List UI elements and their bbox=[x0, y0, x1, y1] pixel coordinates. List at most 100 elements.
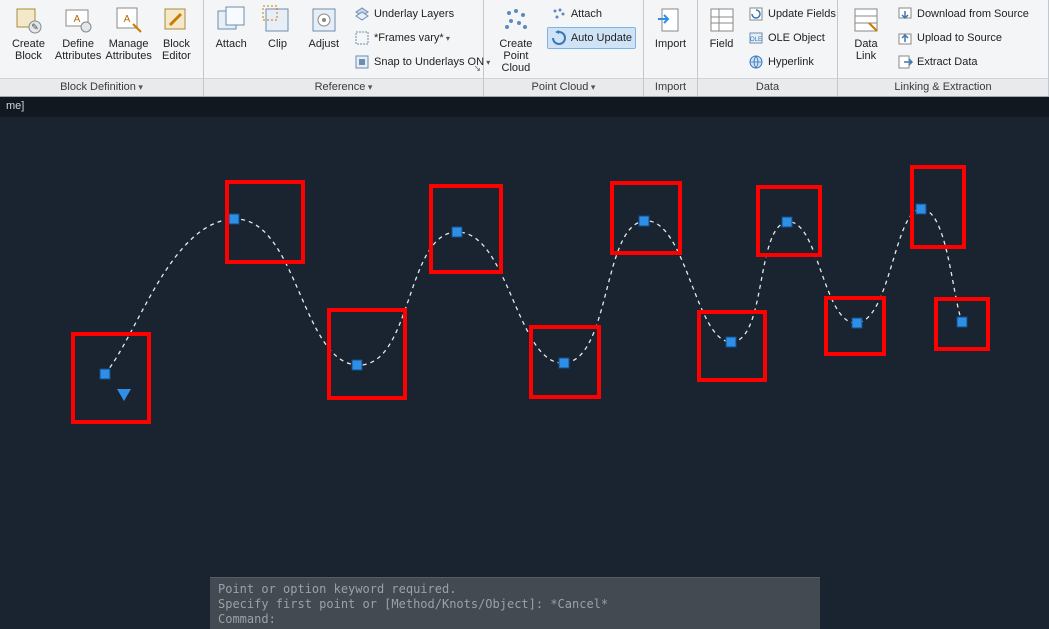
panel-title-block-def[interactable]: Block Definition bbox=[60, 81, 143, 93]
spline-grip[interactable] bbox=[916, 204, 927, 215]
attach-label: Attach bbox=[216, 38, 247, 50]
data-link-icon bbox=[850, 4, 882, 36]
import-label: Import bbox=[655, 38, 686, 50]
spline-grip[interactable] bbox=[100, 369, 111, 380]
cmd-history-1: Point or option keyword required. bbox=[218, 582, 812, 597]
panel-reference: Attach Clip Adjust Underlay Layers bbox=[204, 0, 484, 96]
field-button[interactable]: Field bbox=[702, 2, 741, 78]
update-fields-label: Update Fields bbox=[768, 8, 836, 20]
spline-curve bbox=[0, 117, 1049, 629]
panel-import: Import Import bbox=[644, 0, 698, 96]
underlay-layers-label: Underlay Layers bbox=[374, 8, 454, 20]
import-button[interactable]: Import bbox=[648, 2, 693, 78]
create-block-label: CreateBlock bbox=[12, 38, 45, 62]
auto-update-button[interactable]: Auto Update bbox=[547, 27, 636, 49]
frames-vary-label: *Frames vary* bbox=[374, 32, 450, 44]
command-line[interactable]: Point or option keyword required. Specif… bbox=[210, 577, 820, 629]
pc-attach-icon bbox=[551, 6, 567, 22]
spline-grip[interactable] bbox=[726, 337, 737, 348]
svg-text:A: A bbox=[74, 14, 81, 25]
create-point-cloud-button[interactable]: CreatePoint Cloud bbox=[488, 2, 544, 78]
ole-object-icon: OLE bbox=[748, 30, 764, 46]
attach-button[interactable]: Attach bbox=[208, 2, 254, 78]
underlay-layers-icon bbox=[354, 6, 370, 22]
panel-data: Field Update Fields OLE OLE Object Hyper… bbox=[698, 0, 838, 96]
define-attributes-label: DefineAttributes bbox=[55, 38, 101, 62]
update-fields-button[interactable]: Update Fields bbox=[744, 3, 830, 25]
hyperlink-icon bbox=[748, 54, 764, 70]
extract-data-label: Extract Data bbox=[917, 56, 978, 68]
download-label: Download from Source bbox=[917, 8, 1029, 20]
upload-source-button[interactable]: Upload to Source bbox=[893, 27, 1037, 49]
extract-data-icon bbox=[897, 54, 913, 70]
drawing-tab-label: me] bbox=[6, 100, 24, 112]
cmd-history-2: Specify first point or [Method/Knots/Obj… bbox=[218, 597, 812, 612]
ole-object-label: OLE Object bbox=[768, 32, 825, 44]
field-label: Field bbox=[710, 38, 734, 50]
svg-text:A: A bbox=[123, 14, 130, 25]
frames-vary-button[interactable]: *Frames vary* bbox=[350, 27, 476, 49]
download-source-button[interactable]: Download from Source bbox=[893, 3, 1037, 25]
spline-grip[interactable] bbox=[559, 358, 570, 369]
spline-start-marker[interactable] bbox=[117, 389, 131, 401]
manage-attributes-icon: A bbox=[113, 4, 145, 36]
svg-text:OLE: OLE bbox=[750, 37, 762, 43]
extract-data-button[interactable]: Extract Data bbox=[893, 51, 1037, 73]
create-block-button[interactable]: ✎ CreateBlock bbox=[4, 2, 53, 78]
annotation-box bbox=[327, 308, 407, 400]
panel-linking: DataLink Download from Source Upload to … bbox=[838, 0, 1049, 96]
spline-grip[interactable] bbox=[229, 214, 240, 225]
create-point-cloud-icon bbox=[500, 4, 532, 36]
annotation-box bbox=[429, 184, 503, 274]
annotation-box bbox=[71, 332, 151, 424]
field-icon bbox=[706, 4, 738, 36]
spline-grip[interactable] bbox=[782, 217, 793, 228]
panel-title-data: Data bbox=[756, 81, 779, 93]
panel-title-reference[interactable]: Reference bbox=[315, 81, 373, 93]
underlay-layers-button[interactable]: Underlay Layers bbox=[350, 3, 476, 25]
panel-title-point-cloud[interactable]: Point Cloud bbox=[532, 81, 596, 93]
spline-grip[interactable] bbox=[957, 317, 968, 328]
spline-grip[interactable] bbox=[452, 227, 463, 238]
clip-button[interactable]: Clip bbox=[254, 2, 300, 78]
attach-icon bbox=[215, 4, 247, 36]
adjust-label: Adjust bbox=[309, 38, 340, 50]
manage-attributes-button[interactable]: A ManageAttributes bbox=[103, 2, 153, 78]
panel-title-linking: Linking & Extraction bbox=[894, 81, 991, 93]
spline-grip[interactable] bbox=[352, 360, 363, 371]
ribbon: ✎ CreateBlock A DefineAttributes A Manag… bbox=[0, 0, 1049, 97]
panel-title-import: Import bbox=[655, 81, 686, 93]
define-attributes-button[interactable]: A DefineAttributes bbox=[53, 2, 103, 78]
data-link-label: DataLink bbox=[854, 38, 877, 62]
spline-grip[interactable] bbox=[852, 318, 863, 329]
panel-block-definition: ✎ CreateBlock A DefineAttributes A Manag… bbox=[0, 0, 204, 96]
update-fields-icon bbox=[748, 6, 764, 22]
auto-update-label: Auto Update bbox=[571, 32, 632, 44]
upload-icon bbox=[897, 30, 913, 46]
create-block-icon: ✎ bbox=[12, 4, 44, 36]
pc-attach-label: Attach bbox=[571, 8, 602, 20]
adjust-icon bbox=[308, 4, 340, 36]
frames-icon bbox=[354, 30, 370, 46]
reference-dialog-launcher[interactable]: ↘ bbox=[473, 63, 481, 74]
adjust-button[interactable]: Adjust bbox=[301, 2, 347, 78]
download-icon bbox=[897, 6, 913, 22]
cmd-prompt: Command: bbox=[218, 612, 812, 627]
snap-underlays-button[interactable]: Snap to Underlays ON bbox=[350, 51, 476, 73]
drawing-tab[interactable]: me] bbox=[0, 97, 1049, 117]
hyperlink-button[interactable]: Hyperlink bbox=[744, 51, 830, 73]
snap-underlays-icon bbox=[354, 54, 370, 70]
block-editor-label: BlockEditor bbox=[162, 38, 191, 62]
block-editor-button[interactable]: BlockEditor bbox=[154, 2, 199, 78]
spline-grip[interactable] bbox=[639, 216, 650, 227]
svg-text:✎: ✎ bbox=[32, 22, 40, 32]
import-icon bbox=[655, 4, 687, 36]
ole-object-button[interactable]: OLE OLE Object bbox=[744, 27, 830, 49]
auto-update-icon bbox=[551, 30, 567, 46]
block-editor-icon bbox=[160, 4, 192, 36]
data-link-button[interactable]: DataLink bbox=[842, 2, 890, 78]
drawing-canvas[interactable] bbox=[0, 117, 1049, 629]
pc-attach-button[interactable]: Attach bbox=[547, 3, 636, 25]
clip-label: Clip bbox=[268, 38, 287, 50]
manage-attributes-label: ManageAttributes bbox=[105, 38, 151, 62]
